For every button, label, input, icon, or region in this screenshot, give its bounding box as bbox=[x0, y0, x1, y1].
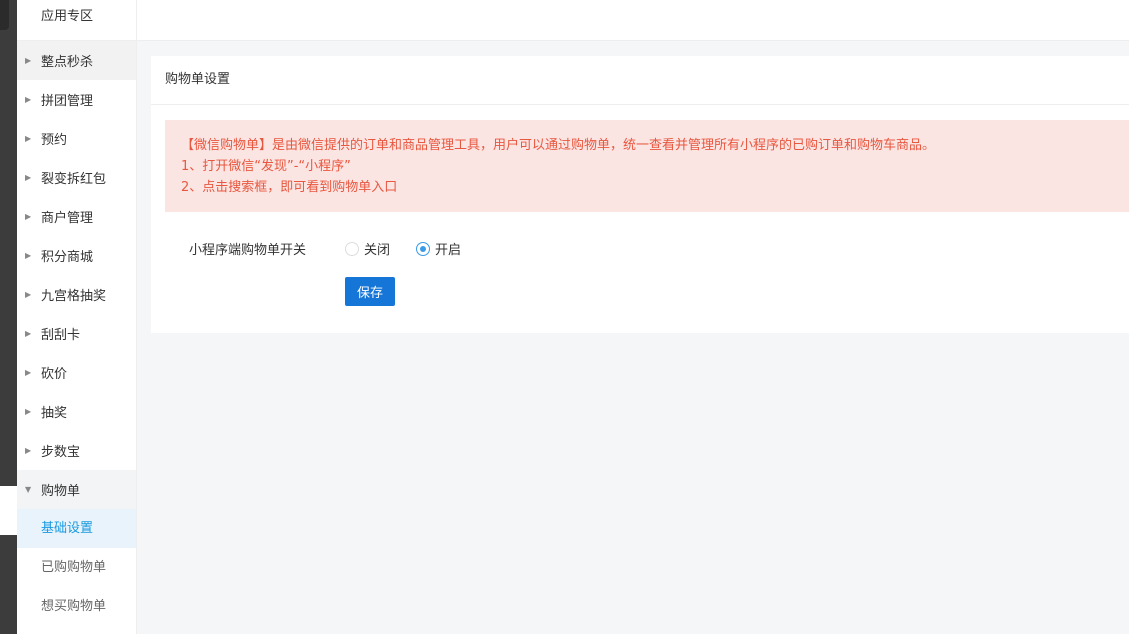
sidebar-item[interactable]: ▶ 拼团管理 bbox=[17, 80, 136, 119]
sidebar-item-label: 积分商城 bbox=[41, 250, 94, 265]
sidebar-sub-basic-settings[interactable]: 基础设置 bbox=[17, 509, 136, 548]
radio-circle-icon bbox=[345, 241, 359, 256]
sidebar-sub-wishlist[interactable]: 想买购物单 bbox=[17, 587, 136, 626]
sidebar-item-label: 步数宝 bbox=[41, 445, 81, 460]
sidebar-item[interactable]: ▶ 商户管理 bbox=[17, 197, 136, 236]
card-title: 购物单设置 bbox=[151, 56, 1129, 105]
switch-row: 小程序端购物单开关 关闭 开启 bbox=[151, 239, 1129, 258]
sidebar-item[interactable]: ▶ 九宫格抽奖 bbox=[17, 275, 136, 314]
sidebar-item-shopping-list[interactable]: ▼ 购物单 bbox=[17, 470, 136, 509]
sidebar-item-label: 刮刮卡 bbox=[41, 328, 81, 343]
sidebar-header: 应用专区 bbox=[17, 0, 136, 41]
caret-right-icon: ▶ bbox=[25, 95, 32, 104]
caret-right-icon: ▶ bbox=[25, 407, 32, 416]
caret-down-icon: ▼ bbox=[25, 485, 32, 494]
sidebar-item-label: 砍价 bbox=[41, 367, 68, 382]
caret-right-icon: ▶ bbox=[25, 56, 32, 65]
sidebar-item[interactable]: ▶ 抽奖 bbox=[17, 392, 136, 431]
sidebar-item-label: 预约 bbox=[41, 133, 68, 148]
radio-label: 关闭 bbox=[364, 243, 391, 258]
alert-line: 2、点击搜索框，即可看到购物单入口 bbox=[181, 180, 398, 195]
top-bar bbox=[137, 0, 1129, 41]
sidebar-item[interactable]: ▶ 刮刮卡 bbox=[17, 314, 136, 353]
radio-off[interactable]: 关闭 bbox=[345, 239, 390, 258]
sidebar-item-label: 拼团管理 bbox=[41, 94, 94, 109]
strip-gap bbox=[0, 486, 17, 535]
caret-right-icon: ▶ bbox=[25, 212, 32, 221]
dark-pill bbox=[0, 0, 9, 30]
sidebar-item[interactable]: ▶ 步数宝 bbox=[17, 431, 136, 470]
sidebar-item-label: 抽奖 bbox=[41, 406, 68, 421]
caret-right-icon: ▶ bbox=[25, 368, 32, 377]
sidebar-item[interactable]: ▶ 砍价 bbox=[17, 353, 136, 392]
caret-right-icon: ▶ bbox=[25, 134, 32, 143]
save-button[interactable]: 保存 bbox=[345, 277, 395, 306]
sidebar-item-label: 裂变拆红包 bbox=[41, 172, 107, 187]
caret-right-icon: ▶ bbox=[25, 251, 32, 260]
sidebar-item[interactable]: ▶ 积分商城 bbox=[17, 236, 136, 275]
settings-card: 购物单设置 【微信购物单】是由微信提供的订单和商品管理工具，用户可以通过购物单，… bbox=[151, 56, 1129, 333]
alert-line: 1、打开微信“发现”-“小程序” bbox=[181, 159, 351, 174]
radio-checked-icon bbox=[416, 241, 431, 256]
caret-right-icon: ▶ bbox=[25, 329, 32, 338]
sidebar-item-label: 九宫格抽奖 bbox=[41, 289, 107, 304]
left-dark-strip bbox=[0, 0, 17, 634]
alert-line: 【微信购物单】是由微信提供的订单和商品管理工具，用户可以通过购物单，统一查看并管… bbox=[181, 138, 936, 153]
sidebar-item-label: 整点秒杀 bbox=[41, 55, 94, 70]
sidebar-sub-purchased[interactable]: 已购购物单 bbox=[17, 548, 136, 587]
switch-label: 小程序端购物单开关 bbox=[189, 243, 307, 258]
info-alert: 【微信购物单】是由微信提供的订单和商品管理工具，用户可以通过购物单，统一查看并管… bbox=[165, 120, 1129, 212]
sidebar: 应用专区 ▶ 整点秒杀 ▶ 拼团管理 ▶ 预约 ▶ 裂变拆红包 ▶ 商户管理 ▶ 积分商城 … bbox=[17, 0, 137, 634]
sidebar-item[interactable]: ▶ 整点秒杀 bbox=[17, 41, 136, 80]
radio-on[interactable]: 开启 bbox=[416, 239, 461, 258]
caret-right-icon: ▶ bbox=[25, 173, 32, 182]
sidebar-item-label: 商户管理 bbox=[41, 211, 94, 226]
sidebar-item[interactable]: ▶ 预约 bbox=[17, 119, 136, 158]
radio-label: 开启 bbox=[435, 243, 462, 258]
sidebar-item-label: 购物单 bbox=[41, 484, 81, 499]
sidebar-item[interactable]: ▶ 裂变拆红包 bbox=[17, 158, 136, 197]
caret-right-icon: ▶ bbox=[25, 446, 32, 455]
caret-right-icon: ▶ bbox=[25, 290, 32, 299]
